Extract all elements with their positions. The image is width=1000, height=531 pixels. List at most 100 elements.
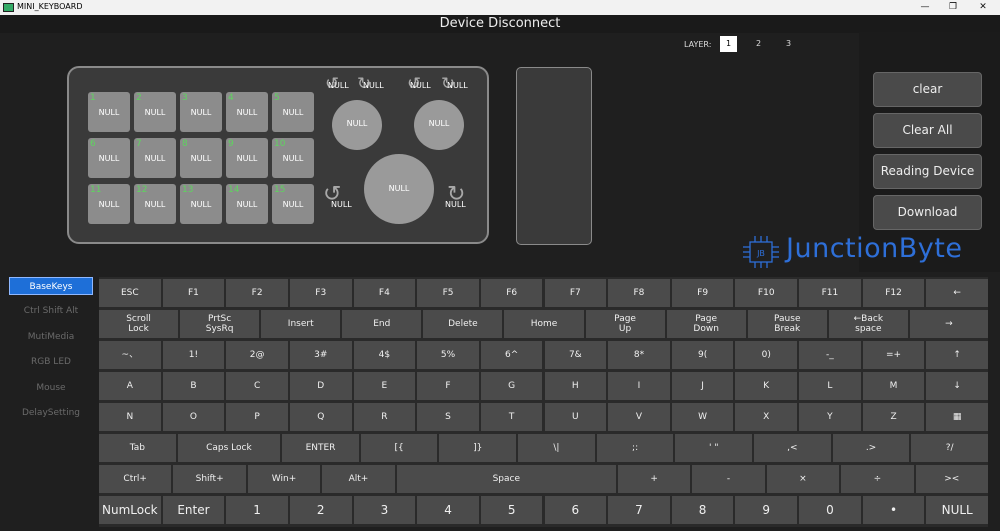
key-insert[interactable]: Insert [261,310,341,338]
key-esc[interactable]: ESC [99,279,161,307]
key-sym-4-13[interactable]: ▦ [926,403,988,431]
knob-big-ccw[interactable]: ↺ NULL [321,184,359,210]
knob-right-cw[interactable]: ↻ NULL [441,76,471,96]
clear-all-button[interactable]: Clear All [873,113,982,148]
sidebar-item-mouse[interactable]: Mouse [9,379,93,397]
key-s[interactable]: S [417,403,479,431]
key-f1[interactable]: F1 [162,279,225,307]
key-ctrl[interactable]: Ctrl+ [99,465,172,493]
key-f11[interactable]: F11 [799,279,861,307]
device-key-2[interactable]: 2 NULL [134,92,176,132]
key-numlock[interactable]: NumLock [99,496,161,524]
key-g[interactable]: G [480,372,543,400]
key-pause-break[interactable]: Pause Break [747,310,827,338]
key-j[interactable]: J [671,372,734,400]
key-sym-3-13[interactable]: ↓ [926,372,988,400]
close-button[interactable]: ✕ [968,0,998,15]
key-m[interactable]: M [862,372,925,400]
key-u[interactable]: U [544,403,607,431]
device-key-3[interactable]: 3 NULL [180,92,222,132]
key-caps-lock[interactable]: Caps Lock [177,434,281,462]
key-sym-6-8[interactable]: ÷ [841,465,914,493]
key-home[interactable]: Home [504,310,584,338]
key-sym-5-6[interactable]: ;: [596,434,674,462]
key-sym-5-5[interactable]: \| [518,434,595,462]
key-h[interactable]: H [544,372,607,400]
key-sym-5-8[interactable]: ,< [754,434,831,462]
key-f7[interactable]: F7 [544,279,607,307]
key-v[interactable]: V [608,403,670,431]
key-c[interactable]: C [226,372,288,400]
device-key-7[interactable]: 7 NULL [134,138,176,178]
minimize-button[interactable]: — [910,0,940,15]
key-o[interactable]: O [162,403,225,431]
key-win[interactable]: Win+ [247,465,321,493]
device-key-14[interactable]: 14 NULL [226,184,268,224]
key-9[interactable]: 9 [735,496,798,524]
clear-button[interactable]: clear [873,72,982,107]
key-5[interactable]: 5 [480,496,543,524]
key-r[interactable]: R [353,403,416,431]
key-7[interactable]: 7& [544,341,607,369]
key-null[interactable]: NULL [926,496,988,524]
key-0[interactable]: 0) [735,341,798,369]
key-f4[interactable]: F4 [353,279,416,307]
layer-3-button[interactable]: 3 [780,36,797,52]
key-1[interactable]: 1! [162,341,225,369]
key-8[interactable]: 8 [671,496,734,524]
key-sym-2-12[interactable]: =+ [862,341,925,369]
key-5[interactable]: 5% [417,341,479,369]
key-sym-5-9[interactable]: .> [832,434,910,462]
key-sym-5-4[interactable]: ]} [439,434,517,462]
key-back-space[interactable]: ←Back space [828,310,908,338]
key-sym-5-10[interactable]: ?/ [911,434,988,462]
key-d[interactable]: D [289,372,352,400]
key-sym-2-13[interactable]: ↑ [926,341,988,369]
sidebar-item-rgb-led[interactable]: RGB LED [9,353,93,371]
key-l[interactable]: L [799,372,861,400]
key-page-down[interactable]: Page Down [666,310,746,338]
key-3[interactable]: 3 [353,496,416,524]
sidebar-item-delaysetting[interactable]: DelaySetting [9,404,93,422]
key-p[interactable]: P [226,403,288,431]
key-e[interactable]: E [353,372,416,400]
device-key-13[interactable]: 13 NULL [180,184,222,224]
key-sym-6-7[interactable]: × [766,465,840,493]
key-z[interactable]: Z [862,403,925,431]
key-sym-5-3[interactable]: [{ [360,434,438,462]
key-f3[interactable]: F3 [289,279,352,307]
knob-right-press[interactable]: NULL [414,100,464,150]
key-w[interactable]: W [671,403,734,431]
key-sym-0-13[interactable]: ← [926,279,988,307]
key-n[interactable]: N [99,403,161,431]
key-k[interactable]: K [735,372,798,400]
knob-right-ccw[interactable]: ↺ NULL [407,76,437,96]
key-f12[interactable]: F12 [862,279,925,307]
key-enter[interactable]: ENTER [282,434,359,462]
key-y[interactable]: Y [799,403,861,431]
key-sym-6-9[interactable]: >< [915,465,988,493]
key-f[interactable]: F [417,372,479,400]
key-sym-6-6[interactable]: - [692,465,765,493]
key-6[interactable]: 6 [544,496,607,524]
key-2[interactable]: 2 [289,496,352,524]
knob-left-ccw[interactable]: ↺ NULL [325,76,355,96]
key-i[interactable]: I [608,372,670,400]
key-delete[interactable]: Delete [423,310,503,338]
device-key-4[interactable]: 4 NULL [226,92,268,132]
device-key-15[interactable]: 15 NULL [272,184,314,224]
key-6[interactable]: 6^ [480,341,543,369]
device-key-6[interactable]: 6 NULL [88,138,130,178]
device-key-5[interactable]: 5 NULL [272,92,314,132]
key-4[interactable]: 4$ [353,341,416,369]
key-sym-1-10[interactable]: → [909,310,988,338]
key-end[interactable]: End [342,310,422,338]
key-9[interactable]: 9( [671,341,734,369]
knob-left-cw[interactable]: ↻ NULL [357,76,387,96]
key-x[interactable]: X [735,403,798,431]
key-2[interactable]: 2@ [226,341,288,369]
key-f2[interactable]: F2 [226,279,288,307]
device-key-11[interactable]: 11 NULL [88,184,130,224]
key-sym-7-12[interactable]: • [862,496,925,524]
key-q[interactable]: Q [289,403,352,431]
